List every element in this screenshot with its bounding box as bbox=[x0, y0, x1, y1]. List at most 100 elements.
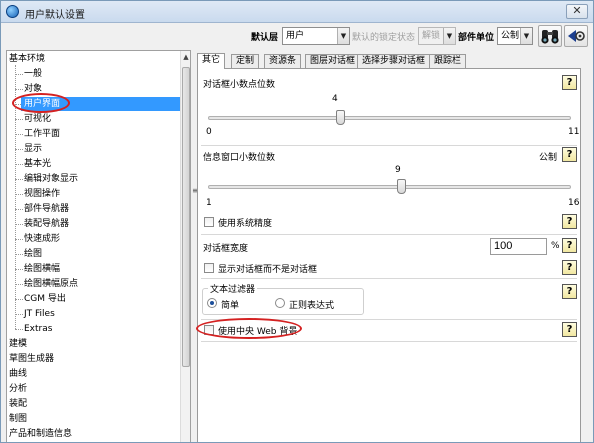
binoculars-icon bbox=[541, 30, 559, 44]
tree-connector bbox=[15, 209, 23, 210]
window-title: 用户默认设置 bbox=[25, 10, 85, 21]
part-units-label: 部件单位 bbox=[458, 33, 495, 43]
tab-track-bar[interactable]: 跟踪栏 bbox=[429, 54, 467, 68]
tree-connector bbox=[15, 314, 23, 315]
tree-item-modeling[interactable]: 建模 bbox=[9, 337, 27, 351]
tree-item-curves[interactable]: 曲线 bbox=[9, 367, 27, 381]
tree-connector bbox=[15, 134, 23, 135]
radio-regex-label: 正则表达式 bbox=[289, 301, 335, 311]
tree-connector bbox=[15, 299, 23, 300]
divider bbox=[201, 234, 577, 235]
tab-resource-bar[interactable]: 资源条 bbox=[264, 54, 302, 68]
tab-selection-step-dialog[interactable]: 选择步骤对话框 bbox=[357, 54, 431, 68]
tree-item-drawing-banner-origin[interactable]: 绘图横幅原点 bbox=[24, 277, 78, 291]
dialog-width-label: 对话框宽度 bbox=[203, 244, 249, 254]
app-icon bbox=[6, 5, 19, 18]
find-button[interactable] bbox=[538, 25, 562, 47]
info-decimals-slider-thumb[interactable] bbox=[397, 179, 407, 194]
tree-connector bbox=[15, 149, 23, 150]
tree-item-general[interactable]: 一般 bbox=[24, 67, 42, 81]
tree-item-part-navigator[interactable]: 部件导航器 bbox=[24, 202, 69, 216]
tab-other[interactable]: 其它 bbox=[197, 53, 226, 69]
lock-state-value: 解锁 bbox=[422, 31, 441, 41]
divider bbox=[201, 341, 577, 342]
tree-scrollbar[interactable]: ▲ bbox=[180, 51, 190, 442]
dialog-decimals-slider-thumb[interactable] bbox=[335, 110, 345, 125]
tree-connector bbox=[15, 74, 23, 75]
tree-item-pmi[interactable]: 产品和制造信息 bbox=[9, 427, 72, 441]
tree-item-visualization[interactable]: 可视化 bbox=[24, 112, 51, 126]
tree-item-basic-light[interactable]: 基本光 bbox=[24, 157, 51, 171]
info-decimals-value: 9 bbox=[395, 165, 401, 175]
info-decimals-max: 16 bbox=[568, 198, 580, 208]
user-defaults-window: 用户默认设置 ✕ 默认层 用户 ▼ 默认的锁定状态 解锁 ▼ 部件单位 公制 ▼ bbox=[0, 0, 594, 443]
tree-item-view-ops[interactable]: 视图操作 bbox=[24, 187, 60, 201]
divider bbox=[201, 145, 577, 146]
toolbar: 默认层 用户 ▼ 默认的锁定状态 解锁 ▼ 部件单位 公制 ▼ bbox=[1, 23, 593, 49]
radio-simple[interactable] bbox=[207, 298, 217, 308]
divider bbox=[201, 278, 577, 279]
radio-simple-label: 简单 bbox=[221, 301, 240, 311]
tree-item-assembly-navigator[interactable]: 装配导航器 bbox=[24, 217, 69, 231]
dialog-width-input[interactable]: 100 bbox=[490, 238, 547, 255]
info-decimals-unit: 公制 bbox=[539, 153, 558, 163]
tree-item-extras[interactable]: Extras bbox=[24, 322, 52, 336]
dialog-decimals-min: 0 bbox=[206, 127, 212, 137]
use-system-precision-checkbox[interactable] bbox=[204, 217, 214, 227]
info-decimals-label: 信息窗口小数位数 bbox=[203, 153, 276, 163]
chevron-down-icon: ▼ bbox=[337, 28, 349, 44]
settings-panel: 对话框小数点位数 ? 4 0 11 信息窗口小数位数 公制 ? 9 1 16 使… bbox=[197, 68, 581, 442]
help-icon[interactable]: ? bbox=[562, 238, 577, 253]
tree-connector bbox=[15, 224, 23, 225]
tree-item-assemblies[interactable]: 装配 bbox=[9, 397, 27, 411]
annotation-ellipse bbox=[12, 93, 70, 113]
tree-item-drawing[interactable]: 绘图 bbox=[24, 247, 42, 261]
tree-connector bbox=[15, 179, 23, 180]
tree-item-basic-env[interactable]: 基本环境 bbox=[9, 52, 45, 66]
chevron-down-icon: ▼ bbox=[520, 28, 532, 44]
scroll-up-icon[interactable]: ▲ bbox=[181, 51, 190, 63]
tree-connector bbox=[15, 119, 23, 120]
settings-tool-button[interactable] bbox=[564, 25, 588, 47]
tree-item-jt-files[interactable]: JT Files bbox=[24, 307, 55, 321]
dialog-decimals-slider[interactable] bbox=[208, 116, 571, 120]
lock-state-select[interactable]: 解锁 ▼ bbox=[418, 27, 456, 45]
tree-item-edit-object-display[interactable]: 编辑对象显示 bbox=[24, 172, 78, 186]
help-icon[interactable]: ? bbox=[562, 322, 577, 337]
annotation-ellipse bbox=[196, 318, 302, 339]
dialog-width-unit: % bbox=[551, 241, 560, 251]
show-dialog-checkbox[interactable] bbox=[204, 263, 214, 273]
text-filter-title: 文本过滤器 bbox=[208, 282, 258, 295]
tree-item-drafting[interactable]: 制图 bbox=[9, 412, 27, 426]
layer-select[interactable]: 用户 ▼ bbox=[282, 27, 350, 45]
help-icon[interactable]: ? bbox=[562, 260, 577, 275]
tab-customize[interactable]: 定制 bbox=[231, 54, 260, 68]
part-units-select[interactable]: 公制 ▼ bbox=[497, 27, 533, 45]
close-button[interactable]: ✕ bbox=[566, 4, 588, 19]
help-icon[interactable]: ? bbox=[562, 214, 577, 229]
tree-connector bbox=[15, 239, 23, 240]
tree-item-cgm-export[interactable]: CGM 导出 bbox=[24, 292, 66, 306]
info-decimals-slider[interactable] bbox=[208, 185, 571, 189]
tree-connector bbox=[15, 269, 23, 270]
scroll-thumb[interactable] bbox=[182, 67, 190, 367]
tree-item-sketcher[interactable]: 草图生成器 bbox=[9, 352, 54, 366]
tree-item-drawing-banner[interactable]: 绘图横幅 bbox=[24, 262, 60, 276]
tree-connector bbox=[15, 89, 23, 90]
lock-state-label: 默认的锁定状态 bbox=[352, 33, 416, 43]
tree-item-work-plane[interactable]: 工作平面 bbox=[24, 127, 60, 141]
tree-item-rapid-prototyping[interactable]: 快速成形 bbox=[24, 232, 60, 246]
tab-layer-dialog[interactable]: 图层对话框 bbox=[305, 54, 361, 68]
tree-connector bbox=[15, 284, 23, 285]
tree-item-analysis[interactable]: 分析 bbox=[9, 382, 27, 396]
help-icon[interactable]: ? bbox=[562, 75, 577, 90]
layer-select-value: 用户 bbox=[286, 31, 305, 41]
show-dialog-label: 显示对话框而不是对话框 bbox=[218, 265, 318, 275]
radio-regex[interactable] bbox=[275, 298, 285, 308]
help-icon[interactable]: ? bbox=[562, 284, 577, 299]
tree-connector bbox=[15, 164, 23, 165]
help-icon[interactable]: ? bbox=[562, 147, 577, 162]
part-units-value: 公制 bbox=[501, 31, 520, 41]
tree-connector bbox=[15, 254, 23, 255]
tree-item-display[interactable]: 显示 bbox=[24, 142, 42, 156]
